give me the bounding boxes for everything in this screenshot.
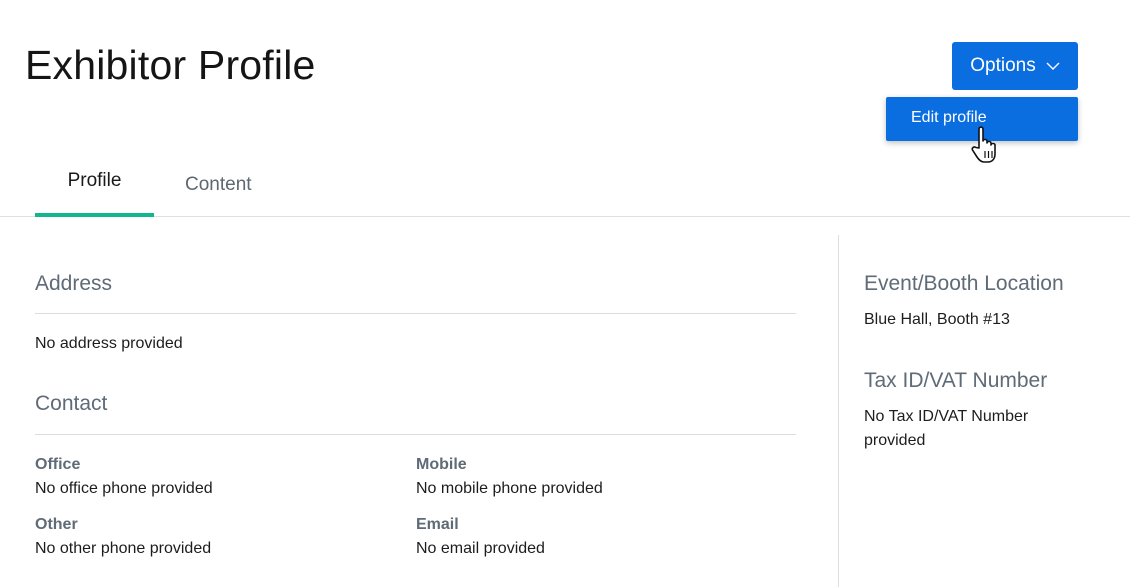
booth-location-value: Blue Hall, Booth #13 — [864, 311, 1010, 328]
tax-id-title: Tax ID/VAT Number — [864, 369, 1048, 392]
page-title: Exhibitor Profile — [25, 42, 316, 88]
options-button-label: Options — [970, 55, 1036, 76]
tax-id-value-line2: provided — [864, 432, 926, 449]
tab-content[interactable]: Content — [185, 174, 252, 196]
booth-location-title: Event/Booth Location — [864, 272, 1064, 295]
address-value: No address provided — [35, 335, 183, 352]
tab-bar: Profile Content — [0, 150, 1130, 217]
address-divider — [35, 313, 796, 314]
other-value: No other phone provided — [35, 540, 212, 557]
mobile-value: No mobile phone provided — [416, 480, 603, 497]
tax-id-value-line1: No Tax ID/VAT Number — [864, 408, 1029, 425]
email-label: Email — [416, 516, 459, 533]
mobile-label: Mobile — [416, 456, 467, 473]
chevron-down-icon — [1046, 62, 1060, 70]
tab-profile[interactable]: Profile — [35, 170, 154, 217]
office-label: Office — [35, 456, 81, 473]
email-value: No email provided — [416, 540, 545, 557]
sidebar-divider — [838, 235, 839, 587]
contact-divider — [35, 434, 796, 435]
office-value: No office phone provided — [35, 480, 213, 497]
other-label: Other — [35, 516, 78, 533]
contact-section-title: Contact — [35, 392, 108, 415]
address-section-title: Address — [35, 272, 113, 295]
options-button[interactable]: Options — [952, 42, 1078, 90]
